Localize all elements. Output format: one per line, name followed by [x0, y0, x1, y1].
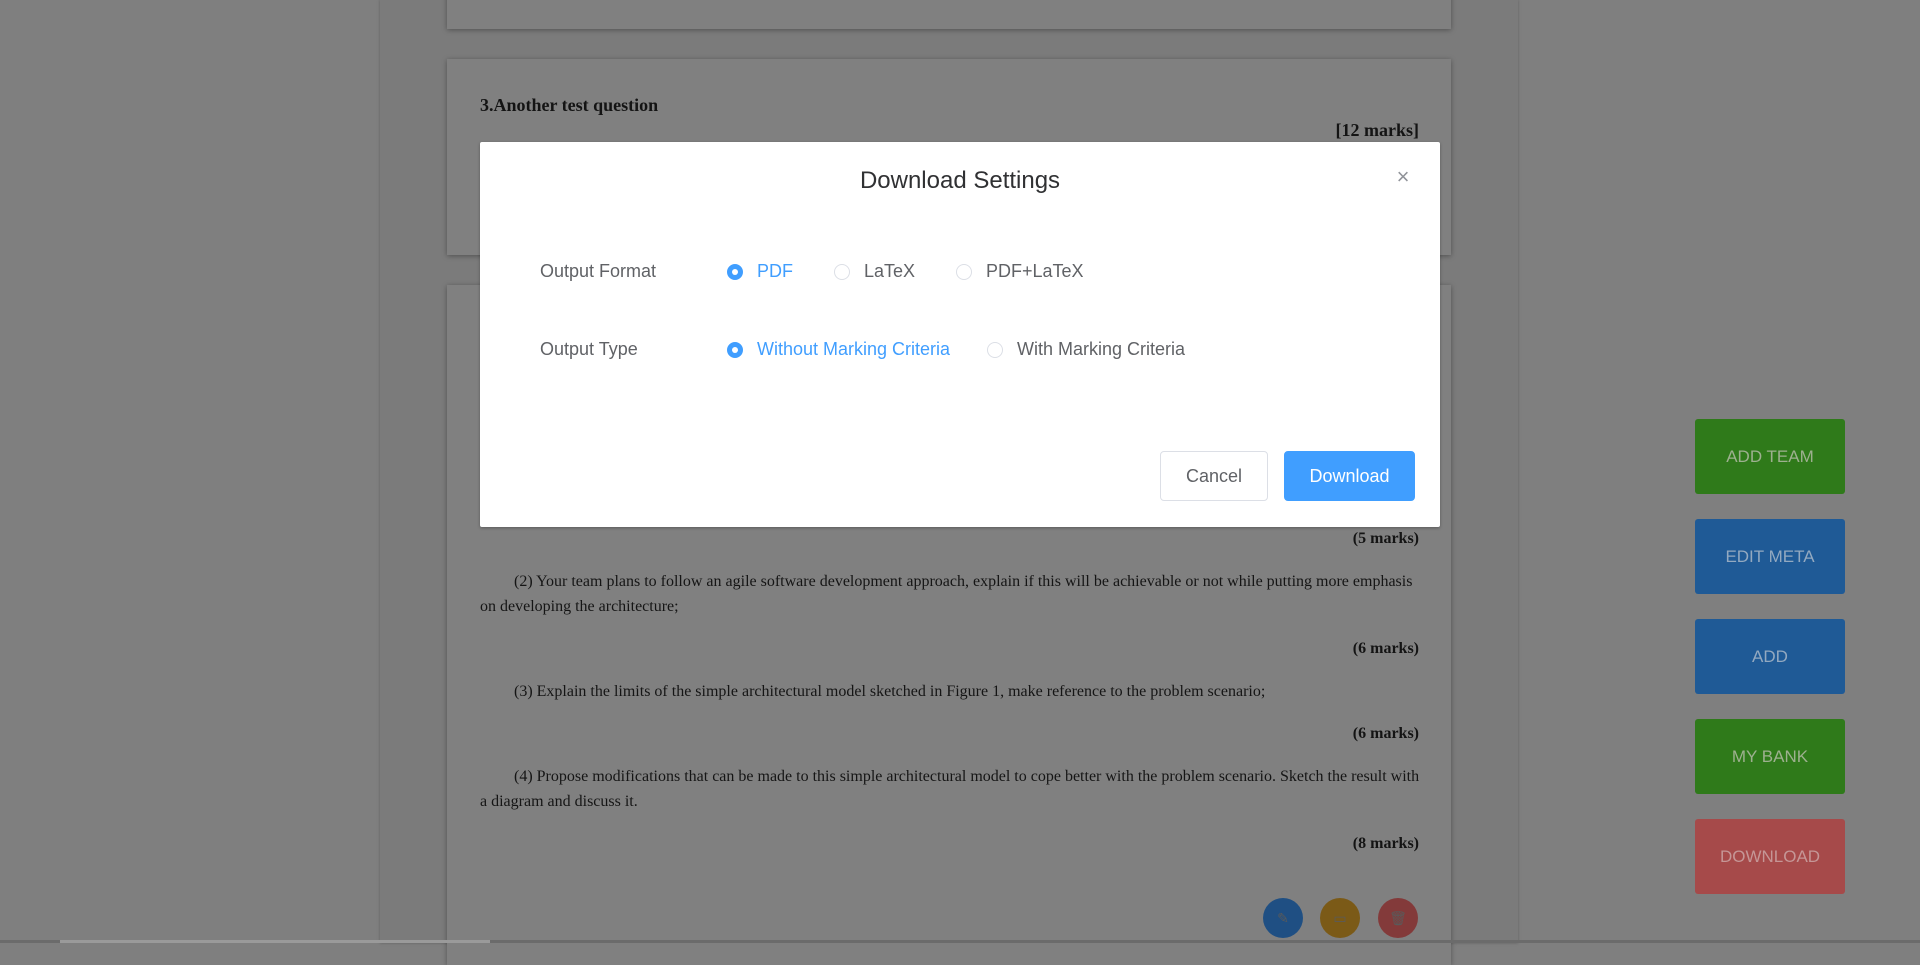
- radio-type-with-marking[interactable]: With Marking Criteria: [987, 339, 1185, 360]
- radio-label: PDF+LaTeX: [986, 261, 1084, 281]
- radio-unselected-icon: [987, 341, 1003, 358]
- download-settings-dialog: Download Settings × Output Format PDF La…: [480, 142, 1440, 527]
- radio-selected-icon: [727, 263, 743, 280]
- edit-question-button[interactable]: ✎: [1263, 898, 1303, 938]
- cancel-button[interactable]: Cancel: [1160, 451, 1268, 501]
- radio-unselected-icon: [956, 263, 972, 280]
- edit-meta-button[interactable]: EDIT META: [1695, 519, 1845, 594]
- sub-question-4-marks: (8 marks): [1352, 835, 1419, 852]
- output-format-label: Output Format: [540, 261, 657, 281]
- sub-question-3-text: (3) Explain the limits of the simple arc…: [514, 683, 1266, 700]
- trash-icon: 🗑: [1389, 909, 1407, 926]
- download-side-button[interactable]: DOWNLOAD: [1695, 819, 1845, 894]
- my-bank-button[interactable]: MY BANK: [1695, 719, 1845, 794]
- radio-label: LaTeX: [864, 261, 916, 281]
- sub-question-2-marks: (6 marks): [1352, 640, 1419, 657]
- sub-question-4-text: (4) Propose modifications that can be ma…: [480, 768, 1420, 810]
- comment-icon: ▭: [1333, 909, 1347, 926]
- question-3-title: 3.Another test question: [480, 95, 659, 115]
- add-team-button[interactable]: ADD TEAM: [1695, 419, 1845, 494]
- radio-label: PDF: [757, 261, 793, 281]
- sub-question-2-text: (2) Your team plans to follow an agile s…: [480, 573, 1413, 615]
- radio-format-pdf-latex[interactable]: PDF+LaTeX: [956, 261, 1084, 282]
- radio-selected-icon: [727, 341, 743, 358]
- output-type-label: Output Type: [540, 339, 638, 359]
- sub-question-1-marks: (5 marks): [1352, 530, 1419, 547]
- sub-question-3-marks: (6 marks): [1352, 725, 1419, 742]
- radio-format-pdf[interactable]: PDF: [727, 261, 793, 282]
- radio-format-latex[interactable]: LaTeX: [834, 261, 915, 282]
- question-card-previous: [447, 0, 1451, 29]
- delete-question-button[interactable]: 🗑: [1378, 898, 1418, 938]
- radio-unselected-icon: [834, 263, 850, 280]
- radio-label: Without Marking Criteria: [757, 339, 951, 359]
- question-3-marks: [12 marks]: [1335, 120, 1420, 140]
- comment-question-button[interactable]: ▭: [1320, 898, 1360, 938]
- download-button[interactable]: Download: [1284, 451, 1415, 501]
- radio-type-without-marking[interactable]: Without Marking Criteria: [727, 339, 950, 360]
- pencil-icon: ✎: [1277, 909, 1289, 926]
- radio-label: With Marking Criteria: [1017, 339, 1186, 359]
- dialog-title: Download Settings: [859, 167, 1061, 194]
- add-button[interactable]: ADD: [1695, 619, 1845, 694]
- close-icon[interactable]: ×: [1392, 166, 1414, 188]
